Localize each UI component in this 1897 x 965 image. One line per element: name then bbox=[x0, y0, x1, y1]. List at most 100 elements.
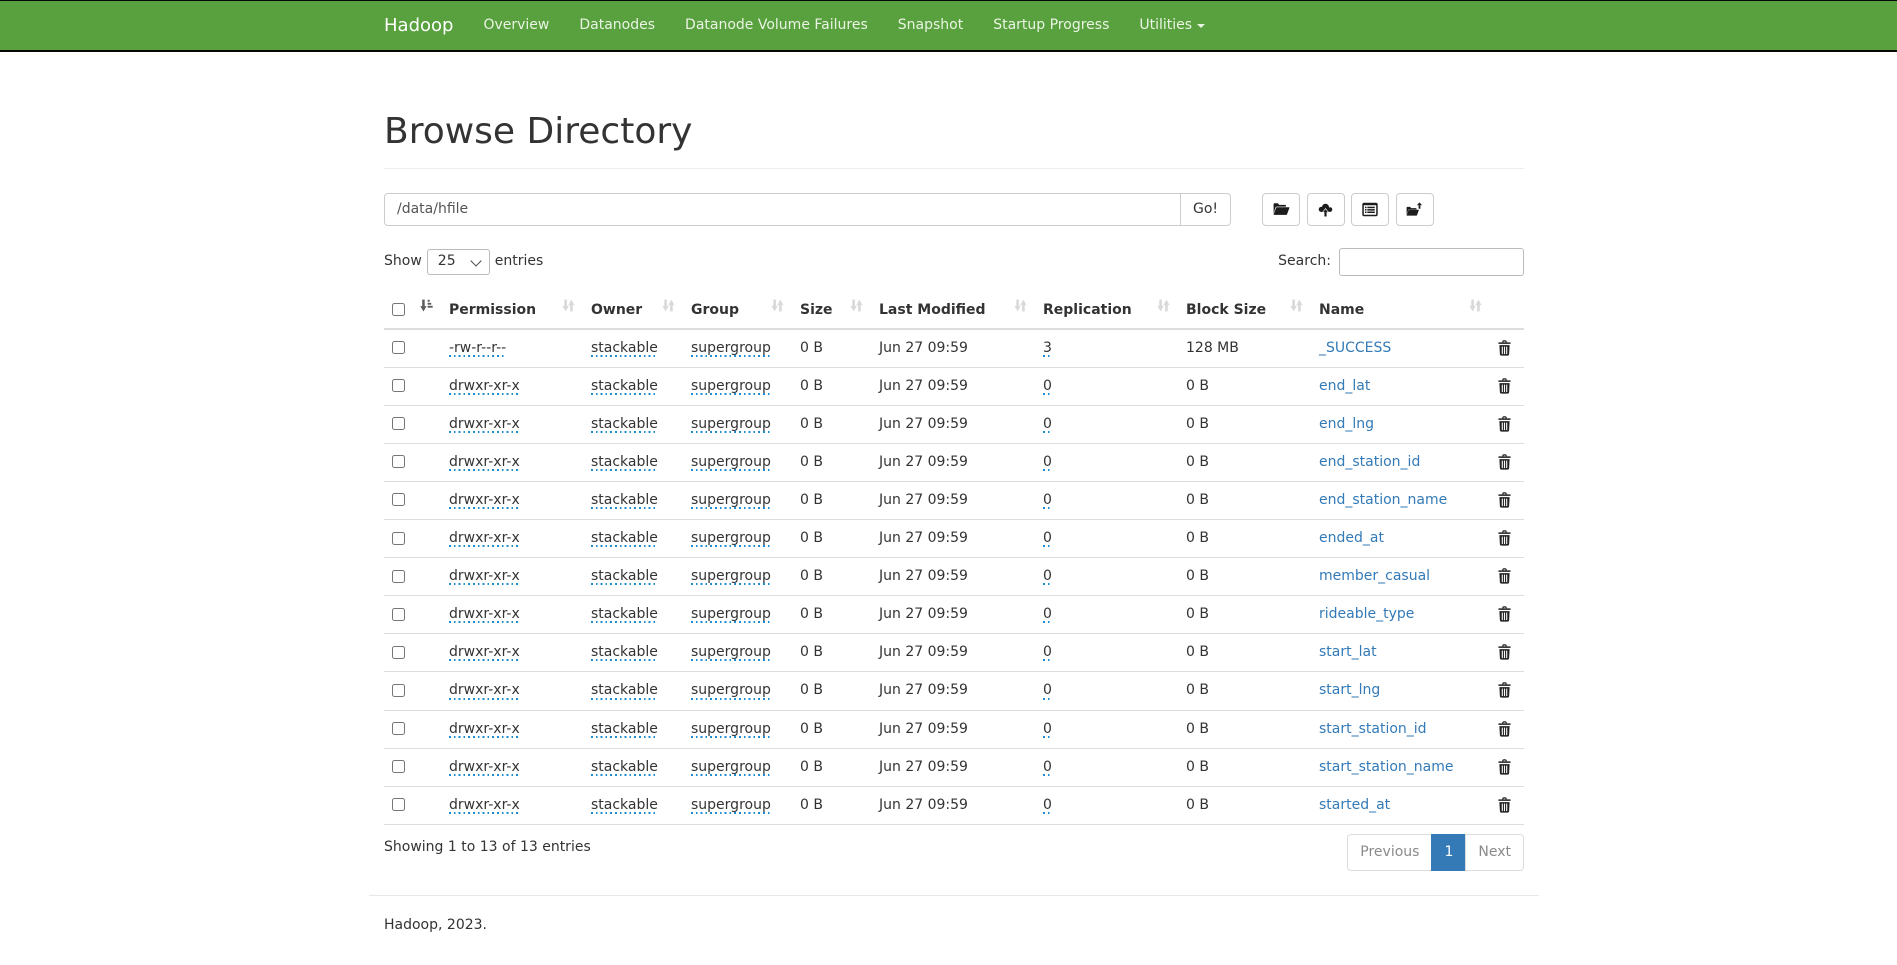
group-cell-value[interactable]: supergroup bbox=[691, 415, 771, 434]
file-name-link[interactable]: start_station_id bbox=[1319, 721, 1427, 737]
file-name-link[interactable]: end_station_id bbox=[1319, 454, 1420, 470]
row-checkbox[interactable] bbox=[392, 532, 405, 545]
owner-cell-value[interactable]: stackable bbox=[591, 377, 658, 396]
permission-cell-value[interactable]: drwxr-xr-x bbox=[449, 415, 520, 434]
row-checkbox[interactable] bbox=[392, 493, 405, 506]
owner-cell-value[interactable]: stackable bbox=[591, 567, 658, 586]
group-cell-value[interactable]: supergroup bbox=[691, 453, 771, 472]
delete-button[interactable] bbox=[1498, 530, 1511, 546]
nav-item-startup-progress[interactable]: Startup Progress bbox=[978, 1, 1124, 50]
pagination-page-1-link[interactable]: 1 bbox=[1431, 834, 1466, 871]
permission-cell-value[interactable]: -rw-r--r-- bbox=[449, 339, 506, 358]
directory-path-input[interactable] bbox=[384, 193, 1180, 226]
file-name-link[interactable]: start_station_name bbox=[1319, 759, 1454, 775]
replication-cell-value[interactable]: 0 bbox=[1043, 529, 1052, 548]
delete-button[interactable] bbox=[1498, 416, 1511, 432]
delete-button[interactable] bbox=[1498, 454, 1511, 470]
create-directory-button[interactable] bbox=[1262, 193, 1300, 226]
file-name-link[interactable]: end_lat bbox=[1319, 378, 1370, 394]
header-permission[interactable]: Permission bbox=[441, 292, 583, 329]
brand-hadoop[interactable]: Hadoop bbox=[384, 1, 468, 50]
permission-cell-value[interactable]: drwxr-xr-x bbox=[449, 796, 520, 815]
row-checkbox[interactable] bbox=[392, 417, 405, 430]
permission-cell-value[interactable]: drwxr-xr-x bbox=[449, 605, 520, 624]
header-owner[interactable]: Owner bbox=[583, 292, 683, 329]
permission-cell-value[interactable]: drwxr-xr-x bbox=[449, 681, 520, 700]
search-input[interactable] bbox=[1339, 248, 1524, 276]
file-name-link[interactable]: member_casual bbox=[1319, 568, 1430, 584]
owner-cell-value[interactable]: stackable bbox=[591, 605, 658, 624]
header-sort-column[interactable] bbox=[413, 292, 441, 329]
permission-cell-value[interactable]: drwxr-xr-x bbox=[449, 529, 520, 548]
select-all-checkbox[interactable] bbox=[392, 303, 405, 316]
replication-cell-value[interactable]: 0 bbox=[1043, 415, 1052, 434]
permission-cell-value[interactable]: drwxr-xr-x bbox=[449, 758, 520, 777]
owner-cell-value[interactable]: stackable bbox=[591, 453, 658, 472]
nav-item-utilities[interactable]: Utilities bbox=[1124, 1, 1220, 50]
delete-button[interactable] bbox=[1498, 606, 1511, 622]
delete-button[interactable] bbox=[1498, 721, 1511, 737]
row-checkbox[interactable] bbox=[392, 646, 405, 659]
group-cell-value[interactable]: supergroup bbox=[691, 681, 771, 700]
pagination-next[interactable]: Next bbox=[1466, 834, 1524, 871]
replication-cell-value[interactable]: 0 bbox=[1043, 796, 1052, 815]
row-checkbox[interactable] bbox=[392, 760, 405, 773]
replication-cell-value[interactable]: 0 bbox=[1043, 643, 1052, 662]
permission-cell-value[interactable]: drwxr-xr-x bbox=[449, 491, 520, 510]
delete-button[interactable] bbox=[1498, 568, 1511, 584]
file-name-link[interactable]: end_station_name bbox=[1319, 492, 1447, 508]
header-block-size[interactable]: Block Size bbox=[1178, 292, 1311, 329]
replication-cell-value[interactable]: 0 bbox=[1043, 491, 1052, 510]
nav-item-datanodes[interactable]: Datanodes bbox=[564, 1, 670, 50]
group-cell-value[interactable]: supergroup bbox=[691, 529, 771, 548]
replication-cell-value[interactable]: 0 bbox=[1043, 758, 1052, 777]
group-cell-value[interactable]: supergroup bbox=[691, 377, 771, 396]
pagination-page-1[interactable]: 1 bbox=[1432, 834, 1466, 871]
delete-button[interactable] bbox=[1498, 378, 1511, 394]
group-cell-value[interactable]: supergroup bbox=[691, 605, 771, 624]
permission-cell-value[interactable]: drwxr-xr-x bbox=[449, 720, 520, 739]
pagination-next-link[interactable]: Next bbox=[1465, 834, 1524, 871]
row-checkbox[interactable] bbox=[392, 684, 405, 697]
go-button[interactable]: Go! bbox=[1180, 193, 1231, 226]
upload-files-button[interactable] bbox=[1307, 193, 1345, 226]
delete-button[interactable] bbox=[1498, 797, 1511, 813]
row-checkbox[interactable] bbox=[392, 455, 405, 468]
file-name-link[interactable]: rideable_type bbox=[1319, 606, 1414, 622]
file-name-link[interactable]: start_lng bbox=[1319, 682, 1380, 698]
move-to-trash-settings-button[interactable] bbox=[1396, 193, 1434, 226]
delete-button[interactable] bbox=[1498, 644, 1511, 660]
replication-cell-value[interactable]: 0 bbox=[1043, 681, 1052, 700]
owner-cell-value[interactable]: stackable bbox=[591, 491, 658, 510]
file-name-link[interactable]: started_at bbox=[1319, 797, 1390, 813]
replication-cell-value[interactable]: 0 bbox=[1043, 377, 1052, 396]
permission-cell-value[interactable]: drwxr-xr-x bbox=[449, 453, 520, 472]
replication-cell-value[interactable]: 0 bbox=[1043, 605, 1052, 624]
nav-item-datanode-volume-failures[interactable]: Datanode Volume Failures bbox=[670, 1, 883, 50]
cut-paste-button[interactable] bbox=[1351, 193, 1389, 226]
row-checkbox[interactable] bbox=[392, 341, 405, 354]
header-size[interactable]: Size bbox=[792, 292, 871, 329]
delete-button[interactable] bbox=[1498, 682, 1511, 698]
delete-button[interactable] bbox=[1498, 759, 1511, 775]
pagination-previous[interactable]: Previous bbox=[1347, 834, 1432, 871]
group-cell-value[interactable]: supergroup bbox=[691, 643, 771, 662]
delete-button[interactable] bbox=[1498, 492, 1511, 508]
owner-cell-value[interactable]: stackable bbox=[591, 643, 658, 662]
owner-cell-value[interactable]: stackable bbox=[591, 720, 658, 739]
file-name-link[interactable]: _SUCCESS bbox=[1319, 340, 1391, 356]
group-cell-value[interactable]: supergroup bbox=[691, 567, 771, 586]
group-cell-value[interactable]: supergroup bbox=[691, 491, 771, 510]
row-checkbox[interactable] bbox=[392, 798, 405, 811]
header-replication[interactable]: Replication bbox=[1035, 292, 1178, 329]
permission-cell-value[interactable]: drwxr-xr-x bbox=[449, 377, 520, 396]
owner-cell-value[interactable]: stackable bbox=[591, 415, 658, 434]
owner-cell-value[interactable]: stackable bbox=[591, 681, 658, 700]
group-cell-value[interactable]: supergroup bbox=[691, 720, 771, 739]
file-name-link[interactable]: start_lat bbox=[1319, 644, 1377, 660]
group-cell-value[interactable]: supergroup bbox=[691, 339, 771, 358]
owner-cell-value[interactable]: stackable bbox=[591, 796, 658, 815]
entries-per-page-select[interactable]: 25 bbox=[427, 249, 490, 275]
owner-cell-value[interactable]: stackable bbox=[591, 758, 658, 777]
permission-cell-value[interactable]: drwxr-xr-x bbox=[449, 643, 520, 662]
